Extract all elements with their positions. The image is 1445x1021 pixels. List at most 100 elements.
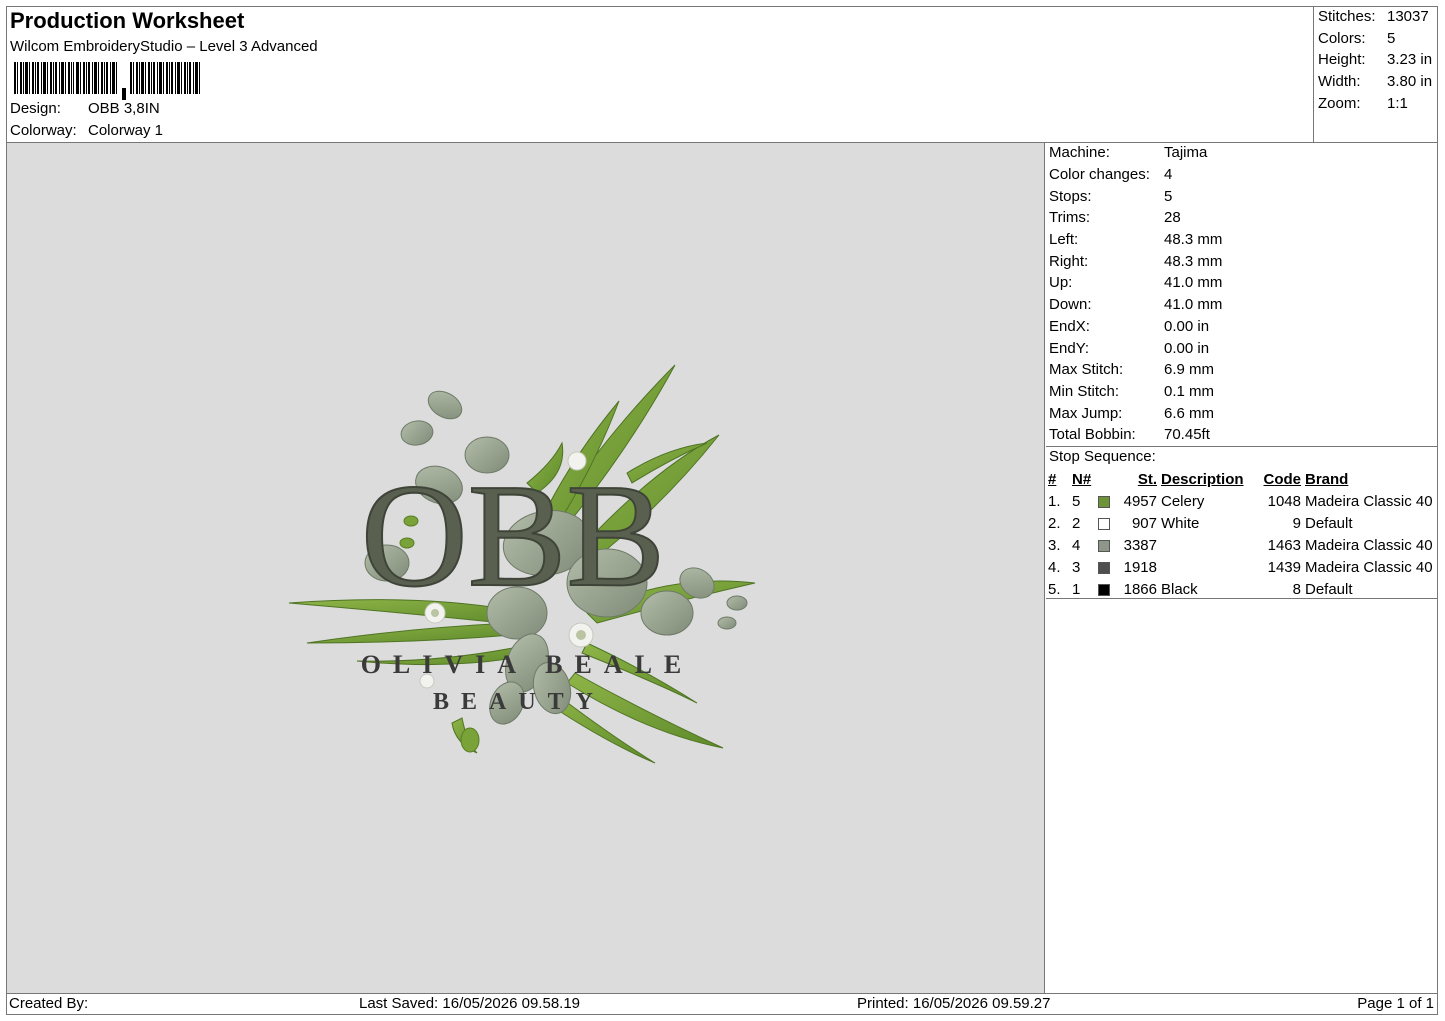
info-max-stitch: Max Stitch: 6.9 mm	[1049, 361, 1214, 383]
embroidery-design-image: OBB OLIVIA BEALE BEAUTY	[288, 364, 756, 764]
info-value: 41.0 mm	[1164, 296, 1223, 313]
row-code: 1439	[1267, 558, 1301, 576]
stat-label: Colors:	[1318, 30, 1366, 47]
design-name: Design: OBB 3,8IN	[10, 100, 160, 117]
row-stitches: 1918	[1123, 558, 1157, 576]
info-left: Left: 48.3 mm	[1049, 231, 1222, 253]
row-stitches: 4957	[1123, 492, 1157, 510]
info-stops: Stops: 5	[1049, 188, 1172, 210]
design-line2-text: BEAUTY	[433, 689, 605, 715]
row-needle: 4	[1072, 536, 1081, 554]
col-header-swatch	[1096, 469, 1117, 490]
colorway-value: Colorway 1	[88, 122, 164, 139]
printed-date: Printed: 16/05/2026 09.59.27	[857, 995, 1051, 1012]
row-code: 9	[1292, 514, 1301, 532]
info-value: 0.00 in	[1164, 318, 1210, 335]
info-down: Down: 41.0 mm	[1049, 296, 1222, 318]
info-label: Up:	[1049, 274, 1073, 291]
stat-height: Height: 3.23 in	[1318, 51, 1432, 68]
row-num: 1.	[1048, 492, 1061, 510]
software-name: Wilcom EmbroideryStudio – Level 3 Advanc…	[10, 38, 318, 55]
info-endx: EndX: 0.00 in	[1049, 318, 1209, 340]
worksheet-header: Production Worksheet Wilcom EmbroiderySt…	[6, 6, 1314, 143]
info-label: Left:	[1049, 231, 1079, 248]
row-brand: Madeira Classic 40	[1305, 558, 1433, 576]
color-swatch	[1098, 583, 1110, 596]
row-code: 1463	[1267, 536, 1301, 554]
info-color-changes: Color changes: 4	[1049, 166, 1172, 188]
design-line1-text: OLIVIA BEALE	[361, 650, 694, 679]
row-code: 1048	[1267, 492, 1301, 510]
info-label: Min Stitch:	[1049, 383, 1120, 400]
row-num: 2.	[1048, 514, 1061, 532]
color-swatch	[1098, 495, 1110, 508]
info-up: Up: 41.0 mm	[1049, 274, 1222, 296]
info-value: 0.00 in	[1164, 340, 1210, 357]
row-description: Celery	[1161, 492, 1205, 510]
color-swatch	[1098, 539, 1110, 552]
col-header-code: Code	[1263, 471, 1302, 488]
swatch-cell	[1096, 512, 1117, 534]
row-needle: 2	[1072, 514, 1081, 532]
stat-value: 5	[1387, 30, 1396, 47]
swatch-cell	[1096, 490, 1117, 512]
row-brand: Madeira Classic 40	[1305, 492, 1433, 510]
info-value: 48.3 mm	[1164, 231, 1223, 248]
section-divider	[1046, 446, 1438, 447]
stat-label: Height:	[1318, 51, 1366, 68]
row-needle: 3	[1072, 558, 1081, 576]
stat-label: Stitches:	[1318, 8, 1376, 25]
row-stitches: 3387	[1123, 536, 1157, 554]
row-description: White	[1161, 514, 1200, 532]
stat-value: 1:1	[1387, 95, 1408, 112]
col-header-description: Description	[1161, 471, 1244, 488]
table-row: 3. 4 3387 1463 Madeira Classic 40	[1046, 534, 1435, 556]
colorway-label: Colorway:	[10, 122, 77, 139]
info-value: 5	[1164, 188, 1173, 205]
design-preview: OBB OLIVIA BEALE BEAUTY	[7, 143, 1045, 993]
row-stitches: 907	[1131, 514, 1157, 532]
table-row: 5. 1 1866 Black 8 Default	[1046, 578, 1435, 600]
stat-colors: Colors: 5	[1318, 30, 1395, 47]
row-num: 5.	[1048, 580, 1061, 598]
stop-sequence-label: Stop Sequence:	[1049, 448, 1156, 465]
info-value: 28	[1164, 209, 1181, 226]
last-saved: Last Saved: 16/05/2026 09.58.19	[359, 995, 581, 1012]
stat-value: 13037	[1387, 8, 1429, 25]
table-row: 4. 3 1918 1439 Madeira Classic 40	[1046, 556, 1435, 578]
info-right: Right: 48.3 mm	[1049, 253, 1222, 275]
col-header-n: N#	[1072, 471, 1092, 488]
stat-value: 3.23 in	[1387, 51, 1433, 68]
swatch-cell	[1096, 578, 1117, 600]
info-label: Machine:	[1049, 144, 1110, 161]
stop-sequence-table: # N# St. Description Code Brand 1. 5 495…	[1046, 469, 1435, 600]
stat-label: Width:	[1318, 73, 1361, 90]
worksheet-title: Production Worksheet	[10, 8, 245, 33]
stat-width: Width: 3.80 in	[1318, 73, 1432, 90]
info-value: 6.6 mm	[1164, 405, 1215, 422]
info-value: Tajima	[1164, 144, 1208, 161]
info-min-stitch: Min Stitch: 0.1 mm	[1049, 383, 1214, 405]
info-max-jump: Max Jump: 6.6 mm	[1049, 405, 1214, 427]
swatch-cell	[1096, 534, 1117, 556]
colorway: Colorway: Colorway 1	[10, 122, 163, 139]
worksheet-footer: Created By: Last Saved: 16/05/2026 09.58…	[6, 993, 1438, 1015]
info-machine: Machine: Tajima	[1049, 144, 1207, 166]
table-header-row: # N# St. Description Code Brand	[1046, 469, 1435, 490]
info-value: 48.3 mm	[1164, 253, 1223, 270]
row-code: 8	[1292, 580, 1301, 598]
col-header-st: St.	[1137, 471, 1157, 488]
info-trims: Trims: 28	[1049, 209, 1181, 231]
info-value: 6.9 mm	[1164, 361, 1215, 378]
info-label: Trims:	[1049, 209, 1091, 226]
row-brand: Madeira Classic 40	[1305, 536, 1433, 554]
row-description	[1159, 534, 1257, 556]
row-brand: Default	[1305, 514, 1353, 532]
row-stitches: 1866	[1123, 580, 1157, 598]
info-label: Color changes:	[1049, 166, 1150, 183]
created-by: Created By:	[9, 995, 89, 1012]
info-label: Stops:	[1049, 188, 1092, 205]
design-stats: Stitches: 13037 Colors: 5 Height: 3.23 in W…	[1314, 6, 1438, 143]
page-number: Page 1 of 1	[1357, 995, 1434, 1012]
col-header-num: #	[1048, 471, 1057, 488]
